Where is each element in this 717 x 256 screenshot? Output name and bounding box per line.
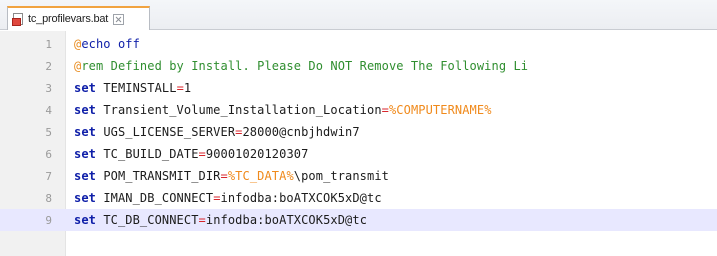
variable-value: 28000@cnbjhdwin7 xyxy=(242,125,360,139)
equals-operator: = xyxy=(198,213,206,227)
close-icon[interactable] xyxy=(113,13,125,25)
line-number: 7 xyxy=(45,169,52,183)
comment-text: rem Defined by Install. Please Do NOT Re… xyxy=(81,59,529,73)
variable-value: 90001020120307 xyxy=(205,147,309,161)
tab-label: tc_profilevars.bat xyxy=(28,13,109,25)
line-number: 4 xyxy=(45,103,52,117)
code-area[interactable]: 1 @echo off 2 @rem Defined by Install. P… xyxy=(0,31,717,256)
tab-tc-profilevars[interactable]: tc_profilevars.bat xyxy=(7,6,150,30)
keyword-set: set xyxy=(74,103,96,117)
text-editor-window: tc_profilevars.bat 1 @echo off 2 @rem De… xyxy=(0,0,717,256)
equals-operator: = xyxy=(213,191,221,205)
variable-name: IMAN_DB_CONNECT xyxy=(103,191,214,205)
code-line[interactable]: 4 set Transient_Volume_Installation_Loca… xyxy=(0,99,717,121)
equals-operator: = xyxy=(198,147,206,161)
code-line-current[interactable]: 9 set TC_DB_CONNECT=infodba:boATXCOK5xD@… xyxy=(0,209,717,231)
variable-value: \pom_transmit xyxy=(293,169,389,183)
code-line[interactable]: 7 set POM_TRANSMIT_DIR=%TC_DATA%\pom_tra… xyxy=(0,165,717,187)
tab-bar: tc_profilevars.bat xyxy=(0,0,717,30)
line-number: 1 xyxy=(45,37,52,51)
keyword-set: set xyxy=(74,191,96,205)
code-line[interactable]: 6 set TC_BUILD_DATE=90001020120307 xyxy=(0,143,717,165)
line-number: 8 xyxy=(45,191,52,205)
line-number: 2 xyxy=(45,59,52,73)
code-text: echo off xyxy=(81,37,140,51)
keyword-set: set xyxy=(74,81,96,95)
keyword-set: set xyxy=(74,169,96,183)
variable-name: POM_TRANSMIT_DIR xyxy=(103,169,221,183)
env-variable: %TC_DATA% xyxy=(227,169,294,183)
code-line[interactable]: 5 set UGS_LICENSE_SERVER=28000@cnbjhdwin… xyxy=(0,121,717,143)
keyword-set: set xyxy=(74,147,96,161)
env-variable: %COMPUTERNAME% xyxy=(388,103,492,117)
variable-name: TC_BUILD_DATE xyxy=(103,147,199,161)
variable-name: UGS_LICENSE_SERVER xyxy=(103,125,236,139)
variable-value: infodba:boATXCOK5xD@tc xyxy=(205,213,368,227)
variable-name: TEMINSTALL xyxy=(103,81,177,95)
line-number: 3 xyxy=(45,81,52,95)
file-icon xyxy=(12,12,25,26)
code-line[interactable]: 3 set TEMINSTALL=1 xyxy=(0,77,717,99)
keyword-set: set xyxy=(74,213,96,227)
equals-operator: = xyxy=(176,81,184,95)
variable-value: infodba:boATXCOK5xD@tc xyxy=(220,191,382,205)
line-number: 5 xyxy=(45,125,52,139)
variable-name: Transient_Volume_Installation_Location xyxy=(103,103,382,117)
variable-value: 1 xyxy=(183,81,192,95)
equals-operator: = xyxy=(381,103,389,117)
line-number: 6 xyxy=(45,147,52,161)
keyword-set: set xyxy=(74,125,96,139)
equals-operator: = xyxy=(220,169,228,183)
line-number: 9 xyxy=(45,213,52,227)
code-line[interactable]: 2 @rem Defined by Install. Please Do NOT… xyxy=(0,55,717,77)
code-line[interactable]: 8 set IMAN_DB_CONNECT=infodba:boATXCOK5x… xyxy=(0,187,717,209)
code-line[interactable]: 1 @echo off xyxy=(0,33,717,55)
variable-name: TC_DB_CONNECT xyxy=(103,213,199,227)
